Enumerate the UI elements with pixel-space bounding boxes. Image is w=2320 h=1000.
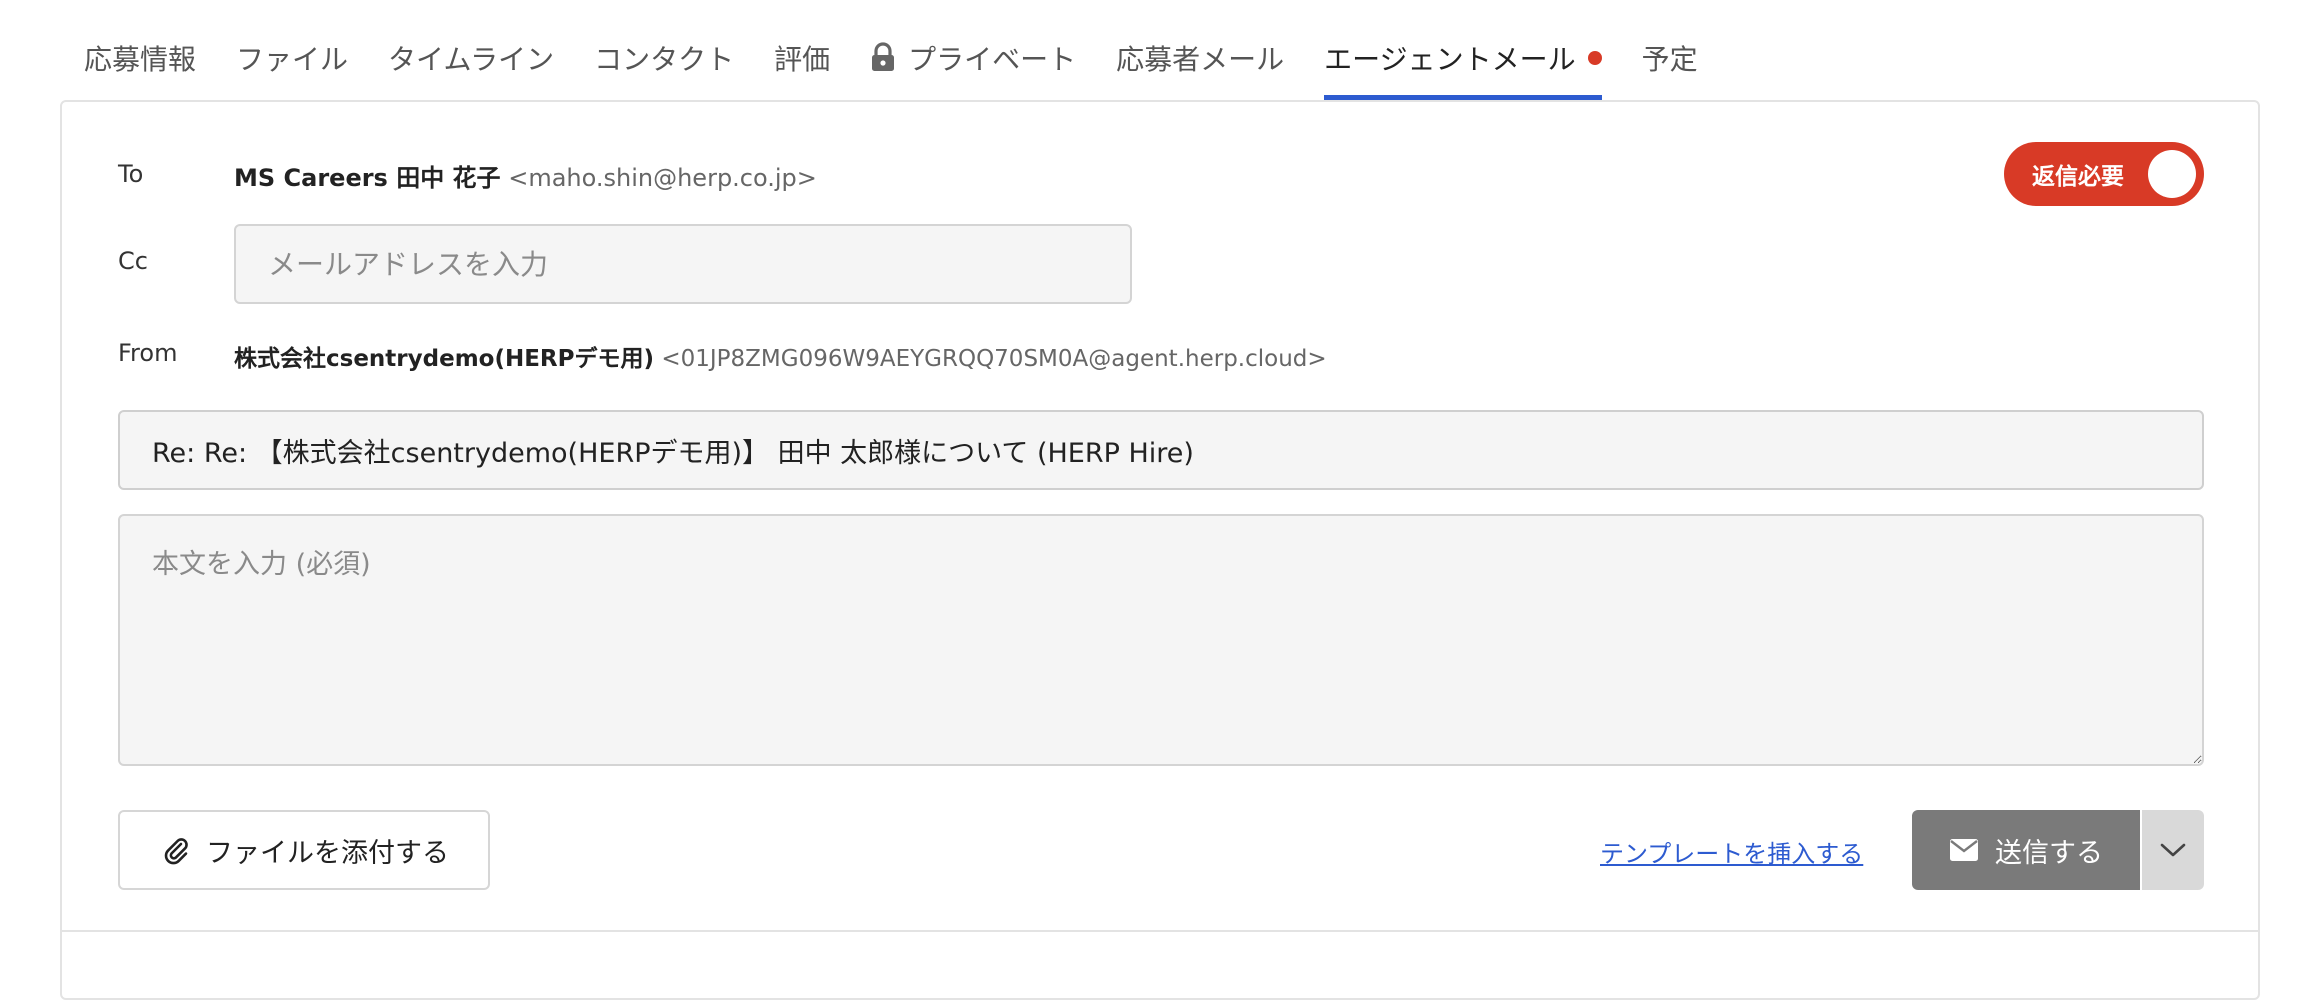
tab-schedule[interactable]: 予定	[1642, 0, 1698, 101]
attach-file-label: ファイルを添付する	[206, 837, 449, 869]
body-textarea[interactable]	[118, 514, 2204, 766]
tab-label: 評価	[774, 42, 831, 76]
tab-files[interactable]: ファイル	[236, 0, 348, 101]
toggle-label: 返信必要	[2032, 164, 2124, 190]
tab-timeline[interactable]: タイムライン	[388, 0, 554, 101]
tab-label: コンタクト	[594, 42, 735, 76]
tab-bar: 応募情報 ファイル タイムライン コンタクト 評価 プライベート 応募者メール …	[84, 0, 1738, 101]
tab-label: ファイル	[236, 42, 349, 76]
envelope-icon	[1950, 839, 1978, 861]
tab-contact[interactable]: コンタクト	[594, 0, 734, 101]
send-label: 送信する	[1995, 837, 2103, 869]
from-email: <01JP8ZMG096W9AEYGRQQ70SM0A@agent.herp.c…	[661, 346, 1327, 372]
reply-required-toggle[interactable]: 返信必要	[2004, 142, 2204, 206]
tab-label: 応募者メール	[1116, 42, 1285, 76]
paperclip-icon	[164, 838, 188, 865]
attach-file-button[interactable]: ファイルを添付する	[118, 810, 490, 890]
tab-private[interactable]: プライベート	[870, 0, 1076, 101]
tab-evaluation[interactable]: 評価	[774, 0, 830, 101]
to-email: <maho.shin@herp.co.jp>	[508, 164, 817, 192]
tab-applicant-mail[interactable]: 応募者メール	[1116, 0, 1284, 101]
tab-label: 応募情報	[84, 42, 197, 76]
from-label: From	[118, 339, 178, 367]
from-name: 株式会社csentrydemo(HERPデモ用)	[234, 346, 655, 372]
section-divider	[60, 930, 2260, 932]
send-button[interactable]: 送信する	[1912, 810, 2140, 890]
lock-icon	[872, 41, 895, 71]
tab-label: 予定	[1641, 42, 1698, 76]
tab-label: エージェントメール	[1324, 42, 1576, 76]
subject-input[interactable]	[118, 410, 2204, 490]
toggle-knob	[2148, 150, 2196, 198]
chevron-down-icon	[2160, 843, 2186, 857]
unread-dot-icon	[1587, 50, 1602, 65]
to-name: MS Careers 田中 花子	[234, 164, 501, 192]
from-sender: 株式会社csentrydemo(HERPデモ用) <01JP8ZMG096W9A…	[234, 339, 1327, 373]
tab-label: プライベート	[908, 42, 1077, 76]
cc-label: Cc	[118, 247, 148, 275]
send-options-dropdown[interactable]	[2142, 810, 2204, 890]
to-recipient: MS Careers 田中 花子 <maho.shin@herp.co.jp>	[234, 158, 817, 193]
to-label: To	[118, 160, 144, 188]
tab-label: タイムライン	[388, 42, 555, 76]
tab-application-info[interactable]: 応募情報	[84, 0, 196, 101]
tab-agent-mail[interactable]: エージェントメール	[1324, 0, 1603, 101]
insert-template-link[interactable]: テンプレートを挿入する	[1600, 834, 1863, 869]
cc-email-input[interactable]	[234, 224, 1132, 304]
